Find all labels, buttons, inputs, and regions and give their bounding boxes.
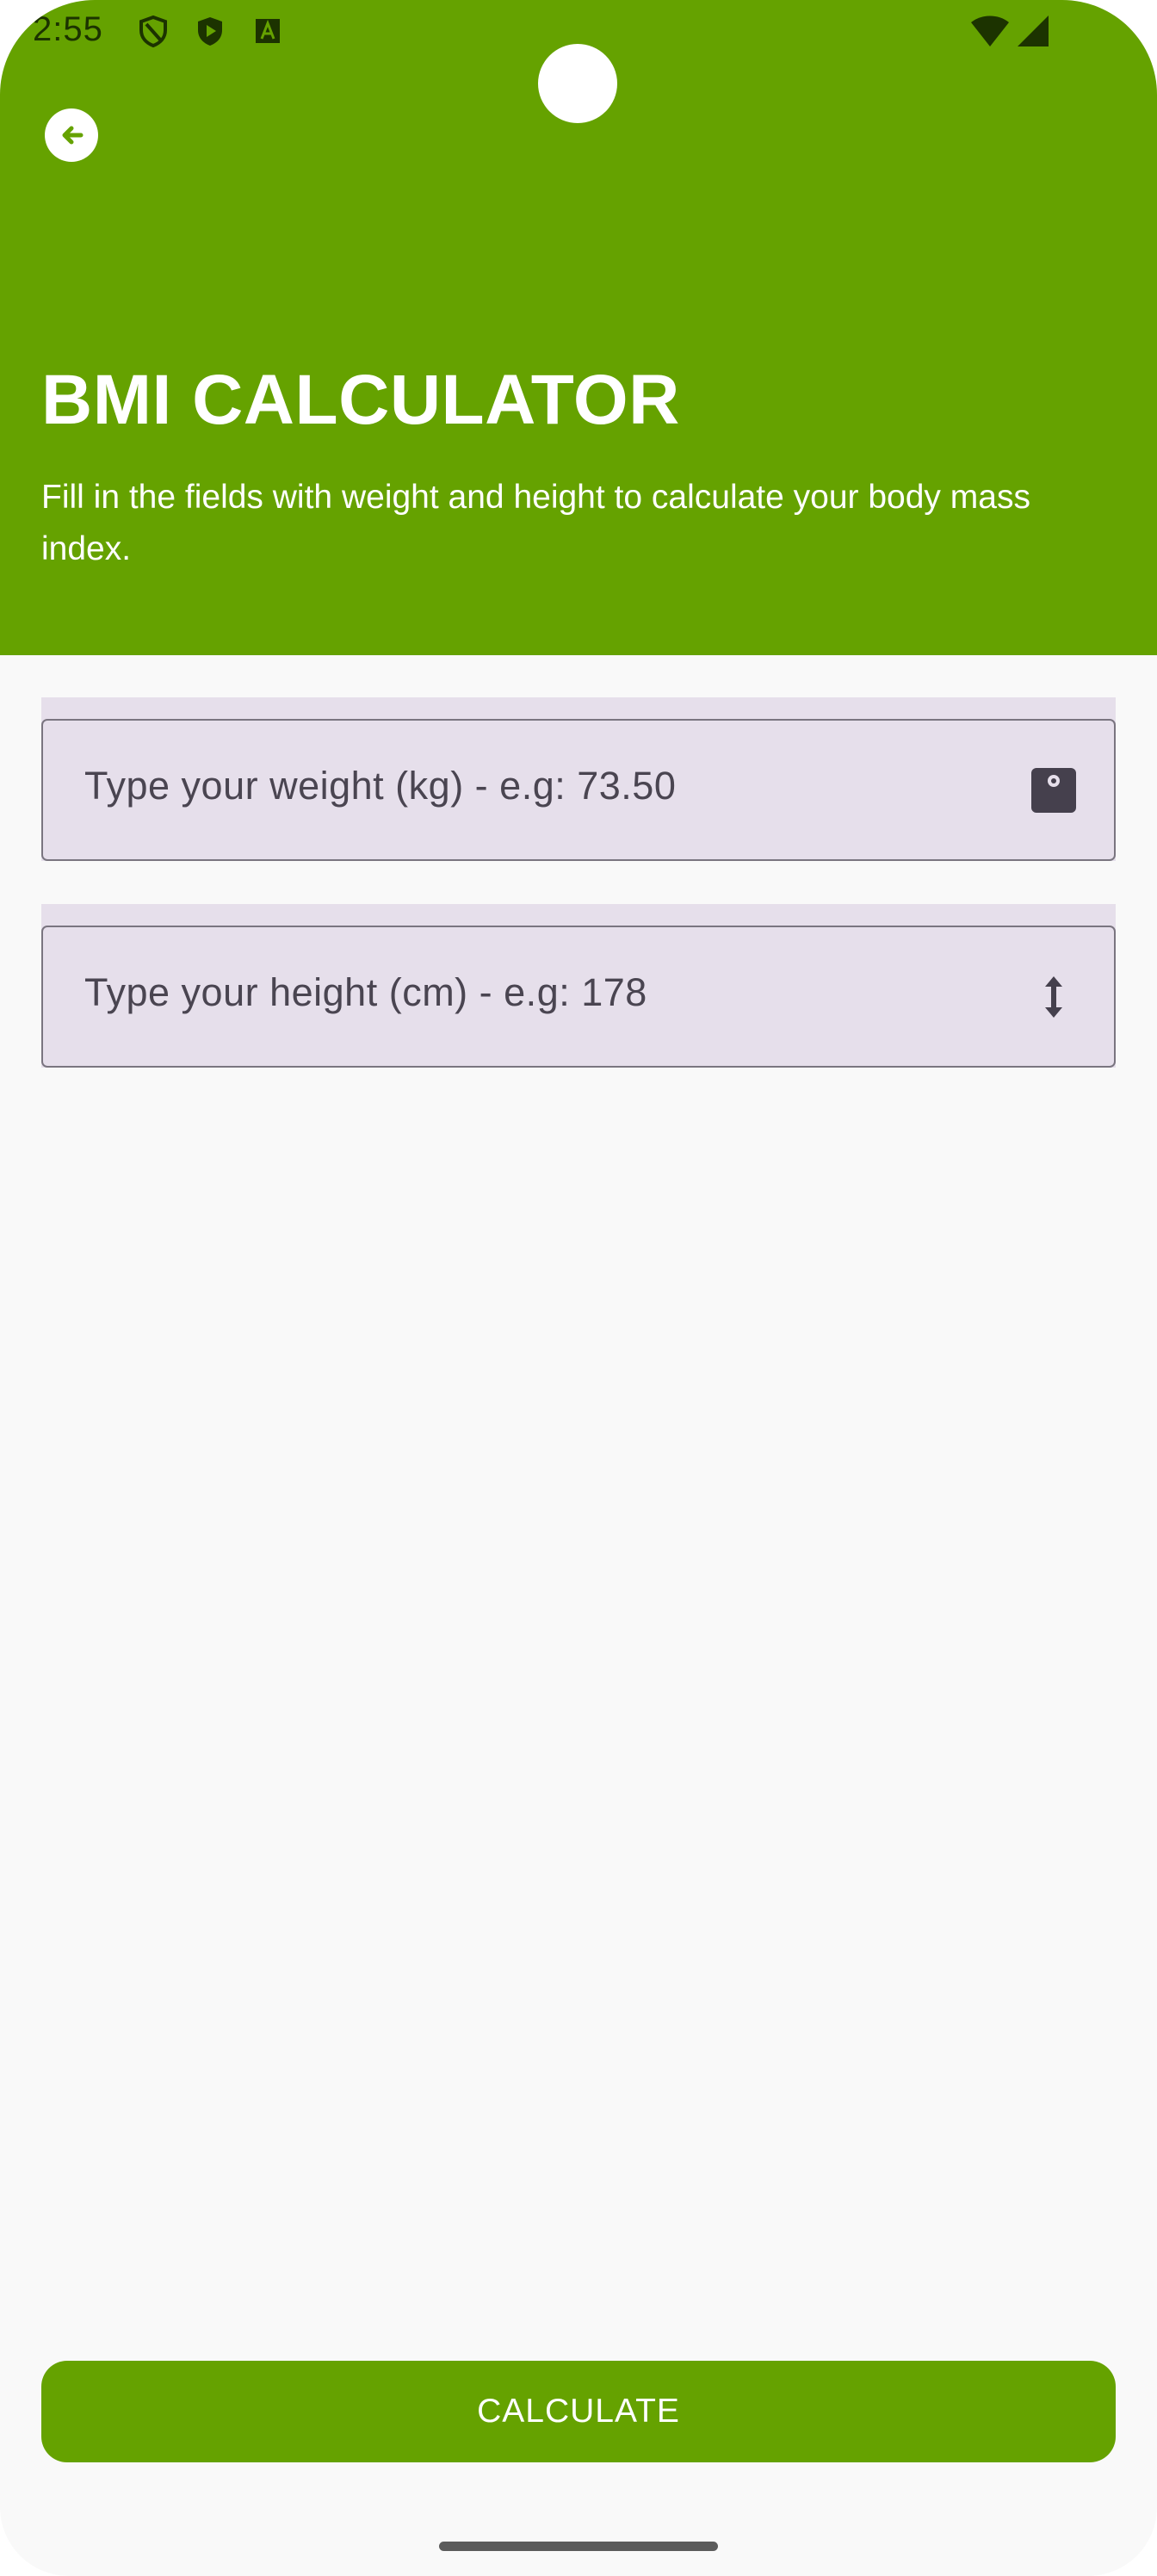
calculate-button[interactable]: CALCULATE (41, 2361, 1116, 2462)
weight-field-container: Type your weight (kg) - e.g: 73.50 (41, 697, 1116, 861)
calculate-button-label: CALCULATE (477, 2393, 680, 2430)
height-placeholder: Type your height (cm) - e.g: 178 (84, 970, 647, 1014)
scale-icon (1030, 766, 1078, 814)
weight-placeholder: Type your weight (kg) - e.g: 73.50 (84, 764, 677, 808)
cell-signal-icon (1018, 15, 1049, 46)
shield-outline-icon (139, 15, 167, 48)
font-a-icon (256, 19, 280, 43)
header: 2:55 BMI CALCULATOR Fill in the fields w… (0, 0, 1157, 655)
back-button[interactable] (45, 108, 98, 162)
shield-play-icon (198, 17, 222, 46)
home-indicator[interactable] (439, 2542, 718, 2551)
camera-cutout (538, 44, 617, 123)
page-subtitle: Fill in the fields with weight and heigh… (41, 479, 1030, 567)
height-field-container: Type your height (cm) - e.g: 178 (41, 904, 1116, 1068)
wifi-icon (971, 15, 1009, 46)
page-title: BMI CALCULATOR (41, 361, 680, 439)
arrow-left-icon (62, 126, 84, 145)
height-input[interactable]: Type your height (cm) - e.g: 178 (41, 926, 1116, 1068)
vertical-arrows-icon (1030, 973, 1078, 1021)
weight-input[interactable]: Type your weight (kg) - e.g: 73.50 (41, 719, 1116, 861)
app-screen: 2:55 BMI CALCULATOR Fill in the fields w… (0, 0, 1157, 2576)
status-time: 2:55 (33, 10, 103, 48)
